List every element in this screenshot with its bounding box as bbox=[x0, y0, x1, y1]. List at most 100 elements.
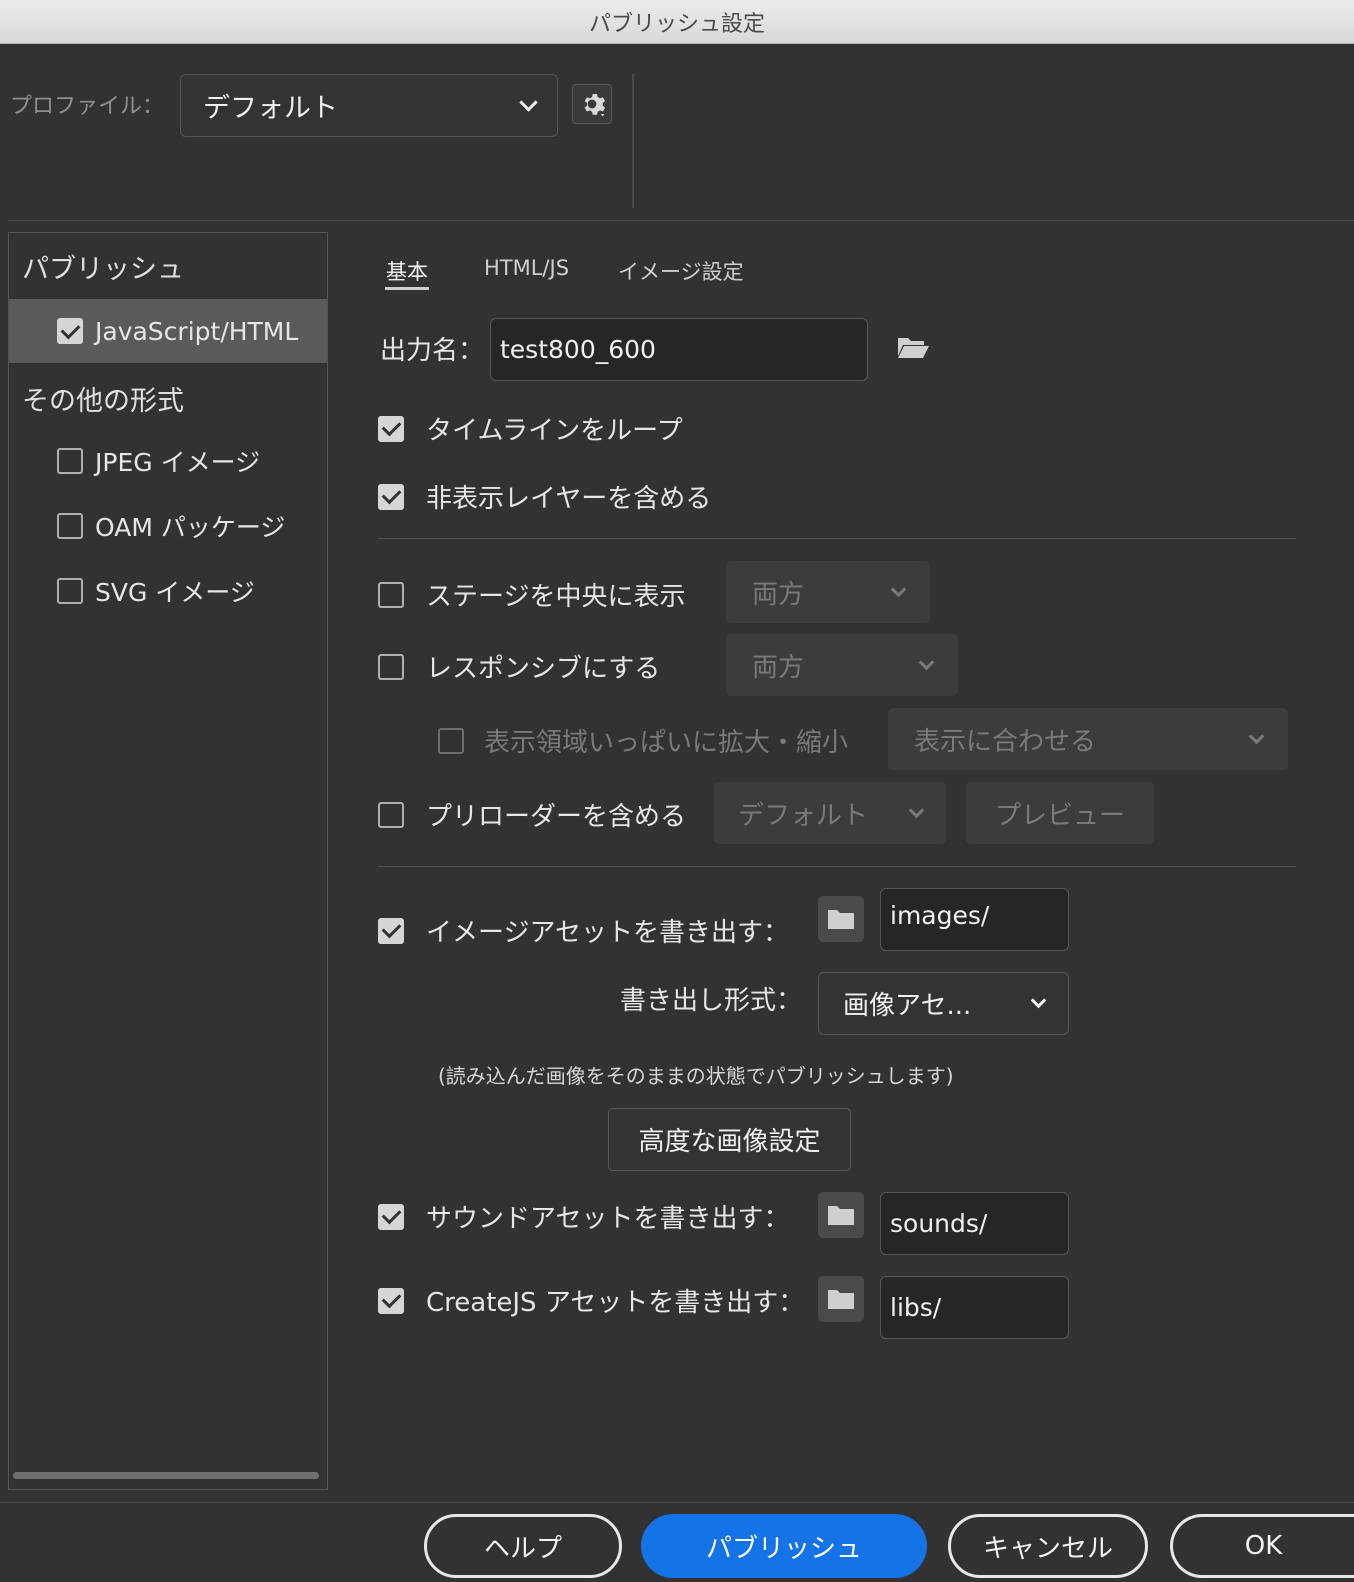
tab-html-js[interactable]: HTML/JS bbox=[484, 256, 569, 280]
folder-open-icon bbox=[898, 338, 929, 358]
folder-icon bbox=[828, 1206, 854, 1225]
sidebar-item-label: JavaScript/HTML bbox=[95, 316, 299, 346]
loop-timeline-checkbox[interactable] bbox=[378, 415, 404, 442]
export-createjs-option[interactable]: CreateJS アセットを書き出す： bbox=[378, 1282, 804, 1319]
preloader-preview-button[interactable]: プレビュー bbox=[966, 782, 1154, 844]
sidebar-item-label: JPEG イメージ bbox=[95, 448, 261, 477]
scale-to-fill-dropdown[interactable]: 表示に合わせる bbox=[888, 708, 1288, 770]
publish-button[interactable]: パブリッシュ bbox=[641, 1514, 927, 1578]
preloader-label: プリローダーを含める bbox=[426, 802, 687, 832]
scale-to-fill-value: 表示に合わせる bbox=[914, 726, 1097, 757]
format-sidebar: パブリッシュ JavaScript/HTML その他の形式 JPEG イメージ … bbox=[8, 232, 328, 1490]
output-name-input[interactable]: test800_600 bbox=[490, 318, 868, 381]
window-title: パブリッシュ設定 bbox=[588, 11, 765, 37]
sidebar-item-javascript-html[interactable]: JavaScript/HTML bbox=[9, 299, 327, 363]
ok-label: OK bbox=[1244, 1531, 1283, 1561]
help-label: ヘルプ bbox=[483, 1533, 562, 1564]
center-stage-checkbox[interactable] bbox=[378, 581, 404, 608]
export-sounds-checkbox[interactable] bbox=[378, 1203, 404, 1230]
preloader-preview-label: プレビュー bbox=[994, 800, 1125, 831]
createjs-path-input[interactable]: libs/ bbox=[880, 1276, 1069, 1339]
advanced-image-settings-label: 高度な画像設定 bbox=[638, 1127, 821, 1157]
header-divider bbox=[8, 220, 1354, 221]
oam-checkbox[interactable] bbox=[57, 513, 83, 539]
folder-icon bbox=[828, 910, 854, 929]
folder-icon bbox=[828, 1290, 854, 1309]
toolbar-divider bbox=[632, 74, 634, 208]
export-format-note: (読み込んだ画像をそのままの状態でパブリッシュします) bbox=[438, 1064, 954, 1088]
output-name-value: test800_600 bbox=[500, 335, 656, 364]
sidebar-item-svg[interactable]: SVG イメージ bbox=[9, 559, 327, 623]
responsive-option[interactable]: レスポンシブにする bbox=[378, 648, 660, 685]
sidebar-item-oam[interactable]: OAM パッケージ bbox=[9, 494, 327, 558]
output-name-label: 出力名： bbox=[380, 336, 485, 366]
responsive-dropdown[interactable]: 両方 bbox=[726, 634, 958, 696]
loop-timeline-label: タイムラインをループ bbox=[426, 416, 683, 446]
advanced-image-settings-button[interactable]: 高度な画像設定 bbox=[608, 1108, 851, 1171]
chevron-down-icon bbox=[918, 654, 935, 670]
chevron-down-icon bbox=[519, 93, 538, 112]
export-images-checkbox[interactable] bbox=[378, 917, 404, 944]
help-button[interactable]: ヘルプ bbox=[424, 1514, 622, 1578]
svg-checkbox[interactable] bbox=[57, 578, 83, 604]
createjs-path-value: libs/ bbox=[890, 1293, 942, 1322]
profile-settings-button[interactable] bbox=[572, 84, 612, 124]
sidebar-scrollbar[interactable] bbox=[13, 1472, 319, 1479]
export-sounds-label: サウンドアセットを書き出す： bbox=[426, 1204, 790, 1234]
sounds-path-value: sounds/ bbox=[890, 1209, 988, 1238]
ok-button[interactable]: OK bbox=[1170, 1514, 1354, 1578]
scale-to-fill-option[interactable]: 表示領域いっぱいに拡大・縮小 bbox=[438, 722, 848, 759]
tab-image-settings[interactable]: イメージ設定 bbox=[618, 256, 744, 286]
center-stage-label: ステージを中央に表示 bbox=[426, 582, 686, 612]
publish-heading: パブリッシュ bbox=[22, 254, 184, 285]
publish-label: パブリッシュ bbox=[705, 1533, 862, 1564]
include-hidden-layers-checkbox[interactable] bbox=[378, 483, 404, 510]
center-stage-option[interactable]: ステージを中央に表示 bbox=[378, 576, 685, 613]
profile-value: デフォルト bbox=[203, 93, 338, 124]
scale-to-fill-checkbox[interactable] bbox=[438, 727, 464, 754]
loop-timeline-option[interactable]: タイムラインをループ bbox=[378, 410, 683, 447]
chevron-down-icon bbox=[1248, 728, 1265, 744]
export-format-dropdown[interactable]: 画像アセ... bbox=[818, 972, 1069, 1035]
gear-icon bbox=[584, 94, 606, 117]
center-stage-dropdown[interactable]: 両方 bbox=[726, 561, 930, 623]
sidebar-item-jpeg[interactable]: JPEG イメージ bbox=[9, 429, 327, 493]
include-hidden-layers-option[interactable]: 非表示レイヤーを含める bbox=[378, 478, 711, 515]
active-tab-indicator bbox=[385, 287, 429, 290]
createjs-folder-button[interactable] bbox=[818, 1276, 864, 1322]
profile-dropdown[interactable]: デフォルト bbox=[180, 74, 558, 137]
export-format-value: 画像アセ... bbox=[843, 991, 972, 1021]
preloader-dropdown[interactable]: デフォルト bbox=[714, 782, 946, 844]
jpeg-checkbox[interactable] bbox=[57, 448, 83, 474]
chevron-down-icon bbox=[908, 802, 925, 818]
sounds-folder-button[interactable] bbox=[818, 1192, 864, 1238]
preloader-value: デフォルト bbox=[738, 800, 869, 831]
export-format-label: 書き出し形式： bbox=[620, 986, 803, 1016]
cancel-label: キャンセル bbox=[982, 1533, 1113, 1564]
profile-label: プロファイル： bbox=[10, 94, 165, 119]
chevron-down-icon bbox=[890, 581, 907, 597]
chevron-down-icon bbox=[1030, 992, 1047, 1009]
tab-basic[interactable]: 基本 bbox=[386, 256, 428, 286]
include-hidden-layers-label: 非表示レイヤーを含める bbox=[426, 484, 712, 514]
export-createjs-checkbox[interactable] bbox=[378, 1287, 404, 1314]
preloader-option[interactable]: プリローダーを含める bbox=[378, 796, 686, 833]
browse-output-button[interactable] bbox=[896, 334, 930, 364]
images-path-input[interactable]: images/ bbox=[880, 888, 1069, 951]
responsive-checkbox[interactable] bbox=[378, 653, 404, 680]
export-createjs-label: CreateJS アセットを書き出す： bbox=[426, 1288, 805, 1318]
center-stage-value: 両方 bbox=[752, 579, 805, 610]
preloader-checkbox[interactable] bbox=[378, 801, 404, 828]
images-folder-button[interactable] bbox=[818, 896, 864, 942]
sounds-path-input[interactable]: sounds/ bbox=[880, 1192, 1069, 1255]
export-images-option[interactable]: イメージアセットを書き出す： bbox=[378, 912, 789, 949]
sidebar-item-label: SVG イメージ bbox=[95, 578, 255, 607]
responsive-label: レスポンシブにする bbox=[426, 654, 661, 684]
export-sounds-option[interactable]: サウンドアセットを書き出す： bbox=[378, 1198, 789, 1235]
title-bar: パブリッシュ設定 bbox=[0, 0, 1354, 44]
cancel-button[interactable]: キャンセル bbox=[948, 1514, 1148, 1578]
sidebar-item-label: OAM パッケージ bbox=[95, 513, 286, 542]
javascript-html-checkbox[interactable] bbox=[57, 318, 83, 344]
footer-divider bbox=[0, 1502, 1354, 1503]
section-divider bbox=[378, 866, 1296, 867]
